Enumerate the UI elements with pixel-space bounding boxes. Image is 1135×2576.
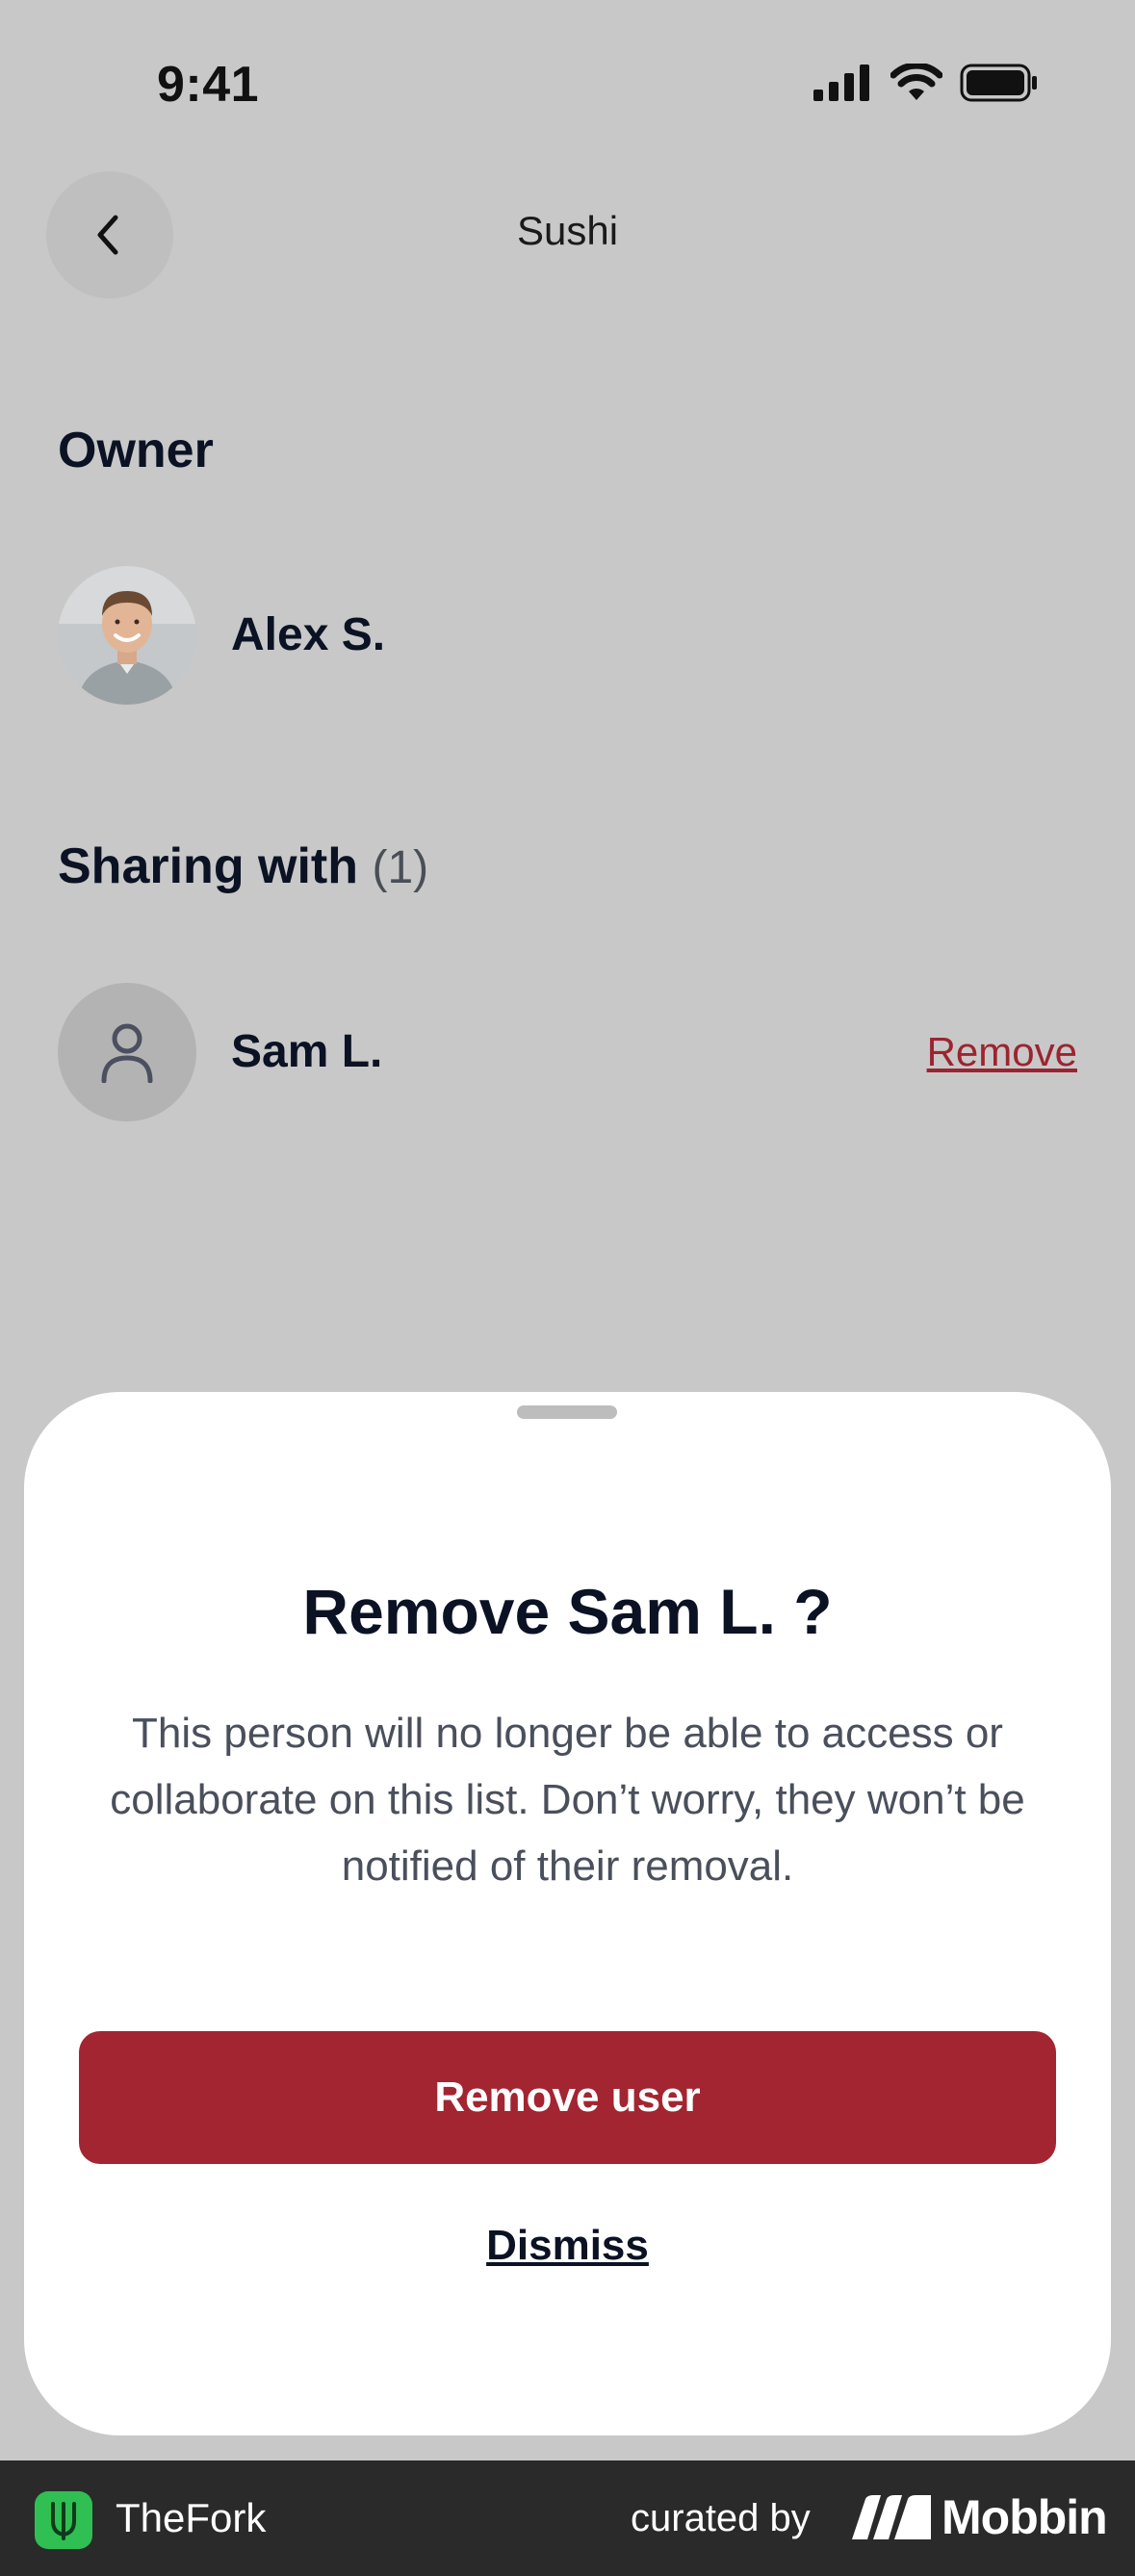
avatar [58, 565, 196, 705]
cellular-signal-icon [813, 64, 869, 101]
app-name: TheFork [116, 2495, 267, 2540]
profile-photo [58, 565, 196, 705]
person-icon [101, 1023, 153, 1083]
sharing-count: (1) [372, 842, 429, 893]
owner-row: Alex S. [58, 565, 1077, 705]
status-bar: 9:41 [0, 0, 1135, 164]
mobbin-logo-icon [852, 2495, 931, 2539]
sharing-title-text: Sharing with [58, 838, 358, 894]
remove-user-link[interactable]: Remove [927, 1029, 1077, 1075]
dismiss-button[interactable]: Dismiss [24, 2222, 1111, 2270]
avatar [58, 982, 196, 1121]
remove-user-sheet: Remove Sam L. ? This person will no long… [24, 1392, 1111, 2435]
sheet-drag-handle[interactable] [517, 1405, 617, 1419]
navigation-bar: Sushi [0, 164, 1135, 303]
status-time: 9:41 [157, 57, 260, 113]
battery-icon [960, 64, 1037, 102]
mobbin-brand: Mobbin [942, 2490, 1108, 2544]
sharing-section-title: Sharing with (1) [58, 837, 428, 895]
sheet-title: Remove Sam L. ? [302, 1576, 833, 1647]
page-title: Sushi [516, 208, 619, 253]
status-icons [813, 64, 1039, 102]
owner-name: Alex S. [231, 609, 386, 660]
curated-label: curated by [631, 2497, 811, 2539]
shared-user-row: Sam L. Remove [58, 982, 1077, 1121]
wifi-icon [890, 64, 942, 100]
owner-section-title: Owner [58, 423, 214, 478]
shared-user-name: Sam L. [231, 1026, 383, 1077]
remove-user-button[interactable]: Remove user [79, 2031, 1056, 2164]
thefork-logo-icon [35, 2491, 92, 2549]
sheet-description: This person will no longer be able to ac… [110, 1710, 1025, 1890]
footer-bar: TheFork curated by Mobbin [0, 2460, 1135, 2576]
fork-icon [51, 2502, 76, 2540]
